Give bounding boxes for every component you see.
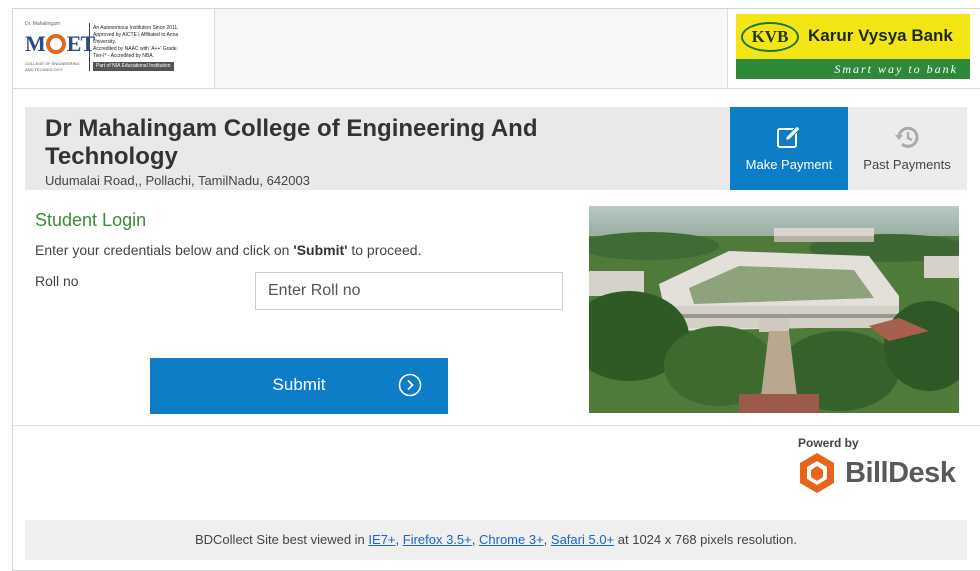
tab-make-payment-label: Make Payment xyxy=(745,157,833,172)
mcet-logo: Dr. Mahalingam M ET COLLEGE OF ENGINEERIN… xyxy=(23,17,201,79)
link-chrome[interactable]: Chrome 3+ xyxy=(479,532,544,547)
kvb-tagline: Smart way to bank xyxy=(834,62,958,76)
college-address: Udumalai Road,, Pollachi, TamilNadu, 642… xyxy=(45,173,310,188)
college-title-band: Dr Mahalingam College of Engineering And… xyxy=(25,107,967,190)
mcet-logo-letters: M xyxy=(25,31,46,56)
roll-no-label: Roll no xyxy=(35,273,79,289)
mcet-accreditation-text: An Autonomous Institution Since 2011. Ap… xyxy=(93,25,179,71)
billdesk-logo: BillDesk xyxy=(797,451,969,495)
link-ie[interactable]: IE7+ xyxy=(368,532,395,547)
history-icon xyxy=(895,126,919,148)
college-name: Dr Mahalingam College of Engineering And… xyxy=(45,115,538,170)
arrow-right-circle-icon xyxy=(398,373,422,397)
edit-icon xyxy=(777,125,801,148)
page-frame: Dr. Mahalingam M ET COLLEGE OF ENGINEERIN… xyxy=(12,8,980,571)
mcet-logo-mark: M ET xyxy=(25,31,95,56)
mcet-logo-divider xyxy=(89,23,90,71)
kvb-badge: KVB xyxy=(741,22,799,52)
billdesk-wordmark: BillDesk xyxy=(845,457,956,489)
kvb-logo: KVB Karur Vysya Bank Smart way to bank xyxy=(736,14,970,79)
tab-past-payments[interactable]: Past Payments xyxy=(848,107,966,190)
login-title: Student Login xyxy=(35,210,147,230)
footer-prefix: BDCollect Site best viewed in xyxy=(194,532,369,547)
section-divider xyxy=(13,425,980,426)
footer-bar: BDCollect Site best viewed in IE7+, Fire… xyxy=(25,520,967,560)
submit-button[interactable]: Submit xyxy=(150,358,448,414)
kvb-bank-name: Karur Vysya Bank xyxy=(808,26,953,45)
bank-logo-cell: KVB Karur Vysya Bank Smart way to bank xyxy=(727,9,980,88)
campus-aerial-photo xyxy=(589,206,959,413)
login-instructions: Enter your credentials below and click o… xyxy=(35,242,422,258)
mcet-tag: Part of NIA Educational Institution xyxy=(93,62,174,71)
roll-no-input[interactable] xyxy=(255,272,563,310)
top-header: Dr. Mahalingam M ET COLLEGE OF ENGINEERIN… xyxy=(13,9,980,89)
tab-past-payments-label: Past Payments xyxy=(863,157,951,172)
tab-make-payment[interactable]: Make Payment xyxy=(730,107,848,190)
link-safari[interactable]: Safari 5.0+ xyxy=(551,532,614,547)
mcet-ring-icon xyxy=(45,34,66,54)
billdesk-hexagon-icon xyxy=(800,453,834,493)
mcet-logo-subtext: COLLEGE OF ENGINEERING AND TECHNOLOGY xyxy=(25,61,80,72)
footer-suffix: at 1024 x 768 pixels resolution. xyxy=(614,532,797,547)
college-logo-cell: Dr. Mahalingam M ET COLLEGE OF ENGINEERIN… xyxy=(13,9,215,88)
link-firefox[interactable]: Firefox 3.5+ xyxy=(403,532,472,547)
powered-by-label: Powerd by xyxy=(798,436,859,450)
mcet-logo-top-text: Dr. Mahalingam xyxy=(25,21,61,27)
